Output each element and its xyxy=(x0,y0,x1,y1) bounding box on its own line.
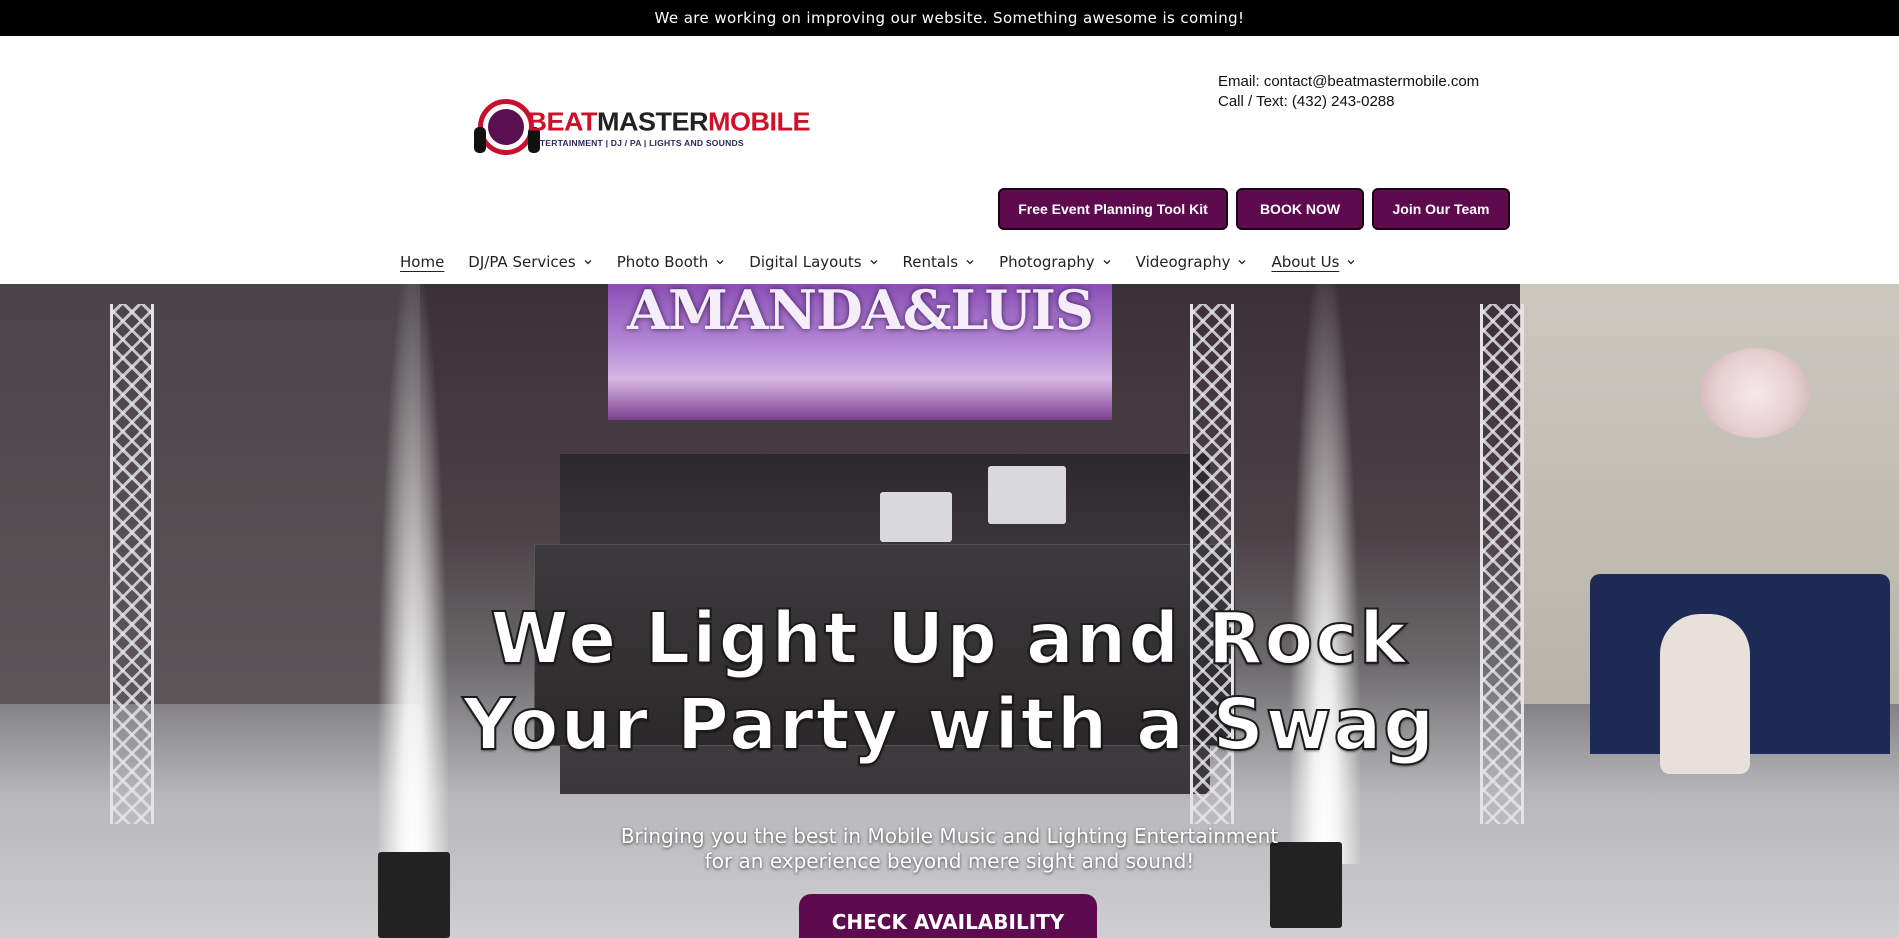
logo-headphones-icon xyxy=(474,97,540,159)
nav-item-dj-pa-services[interactable]: DJ/PA Services xyxy=(468,253,592,271)
sparkler-image xyxy=(378,284,448,884)
chevron-down-icon xyxy=(584,260,592,265)
chevron-down-icon xyxy=(870,260,877,265)
hero-title: We Light Up and Rock Your Party with a S… xyxy=(0,596,1899,768)
logo-wordmark: BEATMASTERMOBILE xyxy=(527,107,811,136)
hero-subtitle-line1: Bringing you the best in Mobile Music an… xyxy=(620,824,1279,848)
hero-subtitle-line2: for an experience beyond mere sight and … xyxy=(704,849,1195,873)
nav-item-rentals[interactable]: Rentals xyxy=(903,253,976,271)
led-screen-text: AMANDA&LUIS xyxy=(627,284,1094,342)
check-availability-button[interactable]: CHECK AVAILABILITY xyxy=(799,894,1097,938)
centerpiece-image xyxy=(1700,348,1810,438)
chevron-down-icon xyxy=(1347,260,1355,265)
laptop-image xyxy=(880,492,952,542)
nav-item-about-us[interactable]: About Us xyxy=(1271,253,1356,271)
nav-item-photo-booth[interactable]: Photo Booth xyxy=(617,253,726,271)
nav-item-digital-layouts[interactable]: Digital Layouts xyxy=(749,253,878,271)
contact-email[interactable]: Email: contact@beatmastermobile.com xyxy=(1218,72,1479,92)
logo-tagline: ENTERTAINMENT | DJ / PA | LIGHTS AND SOU… xyxy=(527,137,744,148)
chevron-down-icon xyxy=(716,260,724,265)
header-cta-buttons: Free Event Planning Tool Kit BOOK NOW Jo… xyxy=(998,188,1510,230)
announcement-text: We are working on improving our website.… xyxy=(654,9,1245,27)
contact-phone[interactable]: Call / Text: (432) 243-0288 xyxy=(1218,92,1479,112)
announcement-bar: We are working on improving our website.… xyxy=(0,0,1899,36)
sparkler-image xyxy=(1290,284,1360,864)
led-screen-image: AMANDA&LUIS xyxy=(608,284,1112,420)
site-logo[interactable]: BEATMASTERMOBILE ENTERTAINMENT | DJ / PA… xyxy=(474,96,811,160)
nav-item-photography[interactable]: Photography xyxy=(999,253,1112,271)
hero-banner: AMANDA&LUIS We Light Up and Rock Your Pa… xyxy=(0,284,1899,938)
contact-info: Email: contact@beatmastermobile.com Call… xyxy=(1218,72,1479,112)
chevron-down-icon xyxy=(966,260,974,265)
nav-item-home[interactable]: Home xyxy=(400,253,444,271)
chevron-down-icon xyxy=(1103,260,1111,265)
hero-subtitle: Bringing you the best in Mobile Music an… xyxy=(0,824,1899,874)
nav-item-videography[interactable]: Videography xyxy=(1136,253,1248,271)
join-our-team-button[interactable]: Join Our Team xyxy=(1372,188,1510,230)
book-now-button[interactable]: BOOK NOW xyxy=(1236,188,1364,230)
laptop-image xyxy=(988,466,1066,524)
chevron-down-icon xyxy=(1239,260,1246,265)
event-planning-toolkit-button[interactable]: Free Event Planning Tool Kit xyxy=(998,188,1228,230)
hero-title-line2: Your Party with a Swag xyxy=(462,682,1437,767)
main-nav: Home DJ/PA Services Photo Booth Digital … xyxy=(400,248,1380,276)
hero-title-line1: We Light Up and Rock xyxy=(489,596,1409,681)
